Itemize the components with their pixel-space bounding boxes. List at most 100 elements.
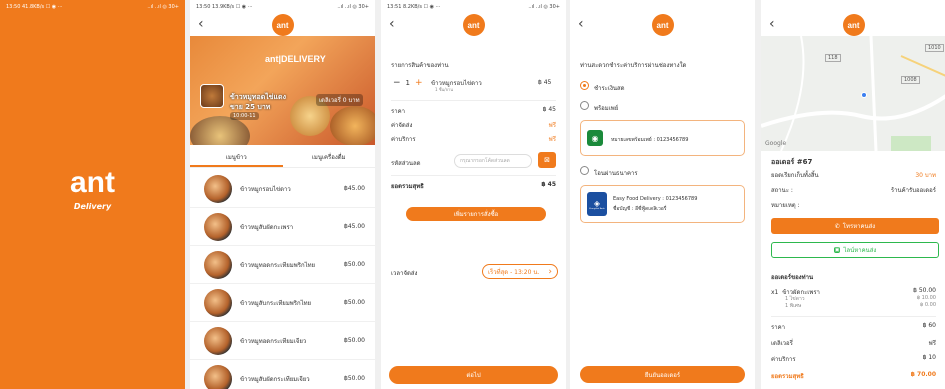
dish-image: [204, 174, 232, 203]
quantity-value: 1: [405, 79, 411, 87]
back-arrow-icon[interactable]: ‹: [198, 17, 204, 31]
delivery-time-value: เร็วที่สุด - 13:20 น.: [488, 268, 540, 276]
banner-delivery-fee: เดลิเวอรี่ 0 บาท: [316, 94, 363, 106]
bank-account-name: ชื่อบัญชี : อีซี่ฟู้ดเดลิเวอรี่: [613, 206, 667, 212]
map-label: 118: [825, 54, 841, 62]
splash-subtitle: Delivery: [73, 202, 112, 211]
status-spacer: [570, 0, 755, 14]
order-screen: 13:51 8.2KB/s ☐ ◉ ··· ..ıl ..ıl ◎ 30+ ‹ …: [381, 0, 566, 389]
back-arrow-icon[interactable]: ‹: [769, 17, 775, 31]
menu-item[interactable]: ข้าวหมูทอดกระเทียมเจียว ฿50.00: [190, 322, 375, 360]
dish-name: ข้าวหมูทอดกระเทียมเจียว: [240, 337, 307, 345]
menu-item[interactable]: ข้าวหมูสับผัดกระเทียมเจียว ฿50.00: [190, 360, 375, 389]
minus-button[interactable]: −: [393, 78, 401, 88]
delivery-value: ฟรี: [928, 340, 936, 347]
order-item-price: ฿ 45: [538, 79, 552, 86]
order-list-title: ออเดอร์ของท่าน: [771, 274, 814, 281]
status-right: ..ıl ..ıl ◎ 30+: [337, 4, 369, 10]
order-sub-label: 1 พิเศษ: [785, 303, 802, 309]
order-sub-price: ฿ 0.00: [920, 302, 936, 308]
confirm-order-button[interactable]: ยืนยันออเดอร์: [580, 366, 745, 383]
menu-item[interactable]: ข้าวหมูทอดกระเทียมพริกไทย ฿50.00: [190, 246, 375, 284]
app-logo: ant: [462, 14, 485, 36]
dish-image: [204, 326, 232, 355]
status-value: ร้านค้ารับออเดอร์: [890, 187, 936, 194]
menu-item[interactable]: ข้าวหมูสับกระเทียมพริกไทย ฿50.00: [190, 284, 375, 322]
dish-name: ข้าวหมูสับกระเทียมพริกไทย: [240, 299, 312, 307]
bank-account: Easy Food Delivery : 0123456789: [613, 196, 698, 202]
add-items-button[interactable]: เพิ่มรายการสั่งซื้อ: [406, 207, 546, 221]
location-dot-icon: [861, 92, 867, 98]
food-image: [330, 106, 375, 145]
line-rider-button[interactable]: ▣ ไลน์หาคนส่ง: [771, 242, 939, 258]
line-rider-label: ไลน์หาคนส่ง: [843, 247, 877, 254]
price-row: ราคา ฿ 45: [391, 106, 556, 116]
menu-screen: 13:50 13.9KB/s ☐ ◉ ··· ..ıl ..ıl ◎ 30+ ‹…: [190, 0, 375, 389]
price-row: ราคา ฿ 60: [771, 322, 936, 332]
discount-code-input[interactable]: กรุณากรอกโค้ดส่วนลด: [454, 154, 532, 168]
line-chat-icon: ▣: [833, 247, 841, 253]
map-label: 1010: [925, 44, 944, 52]
banner-time: 10:00-11: [230, 112, 259, 120]
price-value: ฿ 45: [542, 106, 556, 113]
apply-code-button[interactable]: ⊠: [538, 152, 556, 168]
header: ‹ ant: [190, 14, 375, 36]
divider: [391, 175, 556, 176]
price-label: ราคา: [771, 324, 785, 331]
header: ‹ ant: [570, 14, 755, 36]
quantity-stepper: − 1 +: [393, 78, 423, 88]
header: ‹ ant: [761, 14, 945, 36]
promo-banner[interactable]: ant|DELIVERY ข้าวหมูทอดไข่แดง ขาย 25 บาท…: [190, 36, 375, 145]
plus-button[interactable]: +: [415, 78, 423, 88]
back-arrow-icon[interactable]: ‹: [578, 17, 584, 31]
back-arrow-icon[interactable]: ‹: [389, 17, 395, 31]
next-button[interactable]: ต่อไป: [389, 366, 558, 384]
app-logo: ant: [842, 14, 865, 36]
call-rider-button[interactable]: ✆ โทรหาคนส่ง: [771, 218, 939, 234]
menu-item[interactable]: ข้าวหมูกรอบไข่ดาว ฿45.00: [190, 170, 375, 208]
total-label: ยอดรวมสุทธิ: [771, 373, 804, 380]
tab-rice[interactable]: เมนูข้าว: [190, 150, 283, 167]
radio-cash[interactable]: [580, 81, 589, 90]
order-item-note: 1 ชิ้น/จาน: [435, 87, 453, 92]
fee-value: 30 บาท: [915, 172, 936, 179]
dish-name: ข้าวหมูสับผัดกระเทียมเจียว: [240, 375, 310, 383]
status-left: 13:51 8.2KB/s ☐ ◉ ···: [387, 4, 441, 10]
food-image: [190, 116, 250, 145]
total-row: ยอดรวมสุทธิ ฿ 45: [391, 181, 556, 191]
dish-name: ข้าวหมูสับผัดกะเพรา: [240, 223, 294, 231]
delivery-row: เดลิเวอรี่ ฟรี: [771, 338, 936, 348]
status-left: 13:50 13.9KB/s ☐ ◉ ···: [196, 4, 253, 10]
service-row: ค่าบริการ ฿ 10: [771, 354, 936, 364]
dish-price: ฿45.00: [344, 185, 365, 192]
menu-tabs: เมนูข้าว เมนูเครื่องดื่ม: [190, 150, 375, 168]
status-row: สถานะ : ร้านค้ารับออเดอร์: [771, 185, 936, 195]
radio-promptpay[interactable]: [580, 101, 589, 110]
bank-logo-text: Krungthai Bank: [589, 207, 605, 210]
divider: [771, 316, 936, 317]
radio-bank[interactable]: [580, 166, 589, 175]
status-bar: 13:51 8.2KB/s ☐ ◉ ··· ..ıl ..ıl ◎ 30+: [381, 0, 566, 14]
promptpay-logo-icon: ◉: [587, 130, 603, 146]
dish-image: [204, 288, 232, 317]
menu-item[interactable]: ข้าวหมูสับผัดกะเพรา ฿45.00: [190, 208, 375, 246]
note-label: หมายเหตุ :: [771, 202, 800, 209]
banner-title: ant|DELIVERY: [265, 54, 326, 64]
header: ‹ ant: [381, 14, 566, 36]
status-bar: 13:50 13.9KB/s ☐ ◉ ··· ..ıl ..ıl ◎ 30+: [190, 0, 375, 14]
service-label: ค่าบริการ: [771, 356, 796, 363]
tab-drinks[interactable]: เมนูเครื่องดื่ม: [283, 150, 376, 167]
dish-price: ฿45.00: [344, 223, 365, 230]
status-bar: 13:50 41.8KB/s ☐ ◉ ··· ..ıl ..ıl ◎ 30+: [0, 0, 185, 14]
service-label: ค่าบริการ: [391, 136, 416, 143]
dish-price: ฿50.00: [344, 299, 365, 306]
bank-card[interactable]: ◈ Krungthai Bank Easy Food Delivery : 01…: [580, 185, 745, 223]
fee-row: ยอดเรียกเก็บทั้งสิ้น 30 บาท: [771, 170, 936, 180]
status-left: 13:50 41.8KB/s ☐ ◉ ···: [6, 4, 63, 10]
splash-logo: ant: [70, 166, 115, 199]
delivery-time-select[interactable]: เร็วที่สุด - 13:20 น. ›: [482, 264, 558, 279]
service-value: ฿ 10: [922, 354, 936, 361]
tracking-screen: ‹ ant Google 118 1008 1010 ออเดอร์ #67 ย…: [761, 0, 945, 389]
map-view[interactable]: Google 118 1008 1010: [761, 36, 945, 151]
promptpay-card[interactable]: ◉ หมายเลขพร้อมเพย์ : 0123456789: [580, 120, 745, 156]
